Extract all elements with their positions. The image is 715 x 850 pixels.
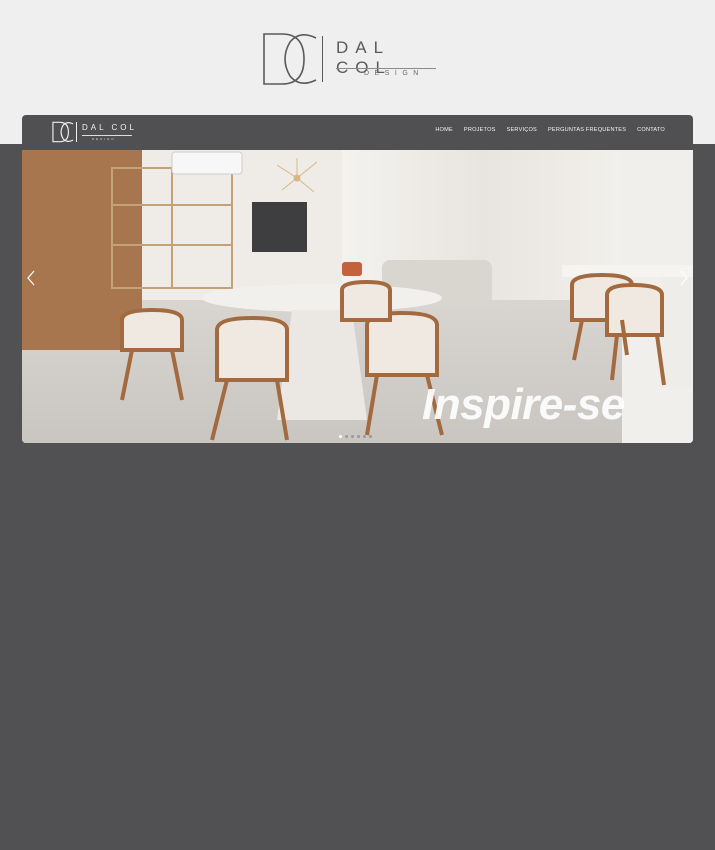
slider-dot[interactable] — [339, 435, 342, 438]
slide-caption: Inspire-se — [422, 380, 625, 429]
brand-tagline: DESIGN — [92, 137, 116, 141]
menu-item-servicos[interactable]: SERVIÇOS — [507, 127, 537, 133]
dc-monogram-icon — [52, 121, 74, 143]
brand-tagline: DESIGN — [364, 70, 424, 77]
menu-item-contato[interactable]: CONTATO — [637, 127, 665, 133]
slider-prev-button[interactable] — [24, 268, 38, 288]
menu-item-perguntas-frequentes[interactable]: PERGUNTAS FREQUENTES — [548, 127, 626, 133]
main-menu: HOME PROJETOS SERVIÇOS PERGUNTAS FREQUEN… — [424, 127, 665, 133]
slider-dot[interactable] — [345, 435, 348, 438]
chevron-left-icon — [27, 270, 35, 286]
slider-next-button[interactable] — [677, 268, 691, 288]
logo-separator — [322, 36, 323, 82]
hero-frame: DAL COL DESIGN HOME PROJETOS SERVIÇOS PE… — [22, 115, 693, 443]
logo-rule — [336, 68, 436, 69]
logo-separator — [76, 122, 77, 142]
slider-pagination — [339, 435, 372, 438]
navbar-logo[interactable]: DAL COL DESIGN — [50, 120, 140, 145]
menu-item-projetos[interactable]: PROJETOS — [464, 127, 496, 133]
dc-monogram-icon — [263, 33, 317, 85]
brand-name: DAL COL — [82, 123, 137, 132]
slider-dot[interactable] — [351, 435, 354, 438]
menu-item-home[interactable]: HOME — [435, 127, 453, 133]
brand-logo[interactable]: DAL COL DESIGN — [260, 28, 455, 90]
chevron-right-icon — [680, 270, 688, 286]
slider-dot[interactable] — [357, 435, 360, 438]
slider-dot[interactable] — [369, 435, 372, 438]
navbar: DAL COL DESIGN HOME PROJETOS SERVIÇOS PE… — [22, 115, 693, 150]
slider-dot[interactable] — [363, 435, 366, 438]
logo-rule — [82, 135, 132, 136]
